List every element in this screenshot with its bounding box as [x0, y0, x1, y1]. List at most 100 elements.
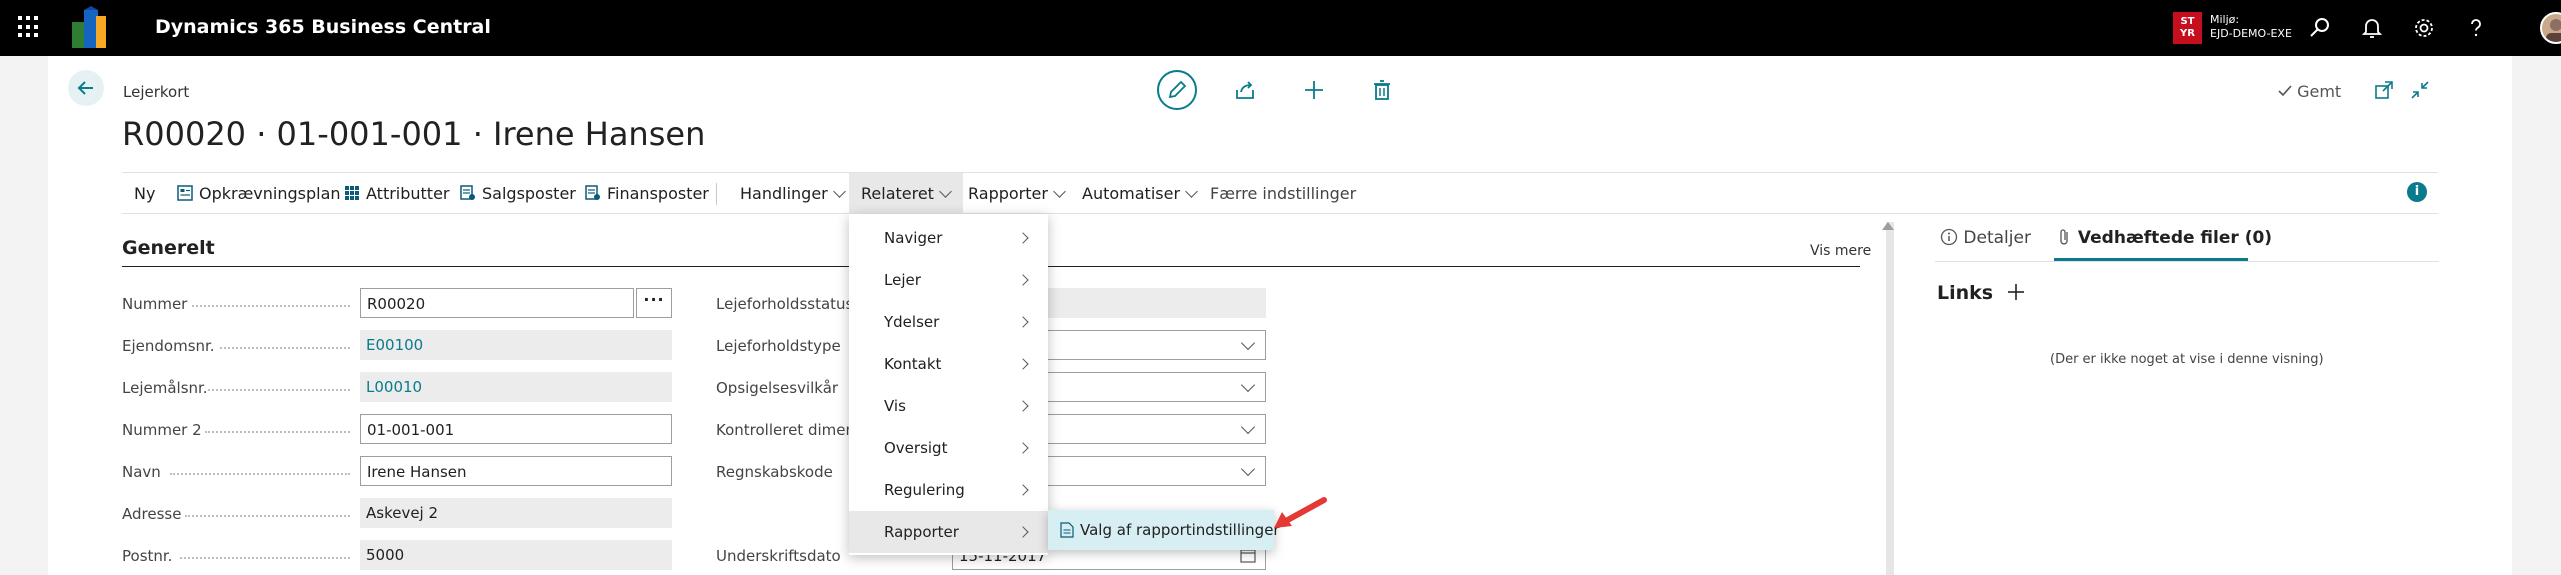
edit-button[interactable] — [1157, 70, 1197, 110]
menu-item-label: Regulering — [884, 481, 965, 499]
links-title-label: Links — [1937, 282, 1994, 304]
action-reports-label: Rapporter — [968, 184, 1048, 203]
tab-details-label: Detaljer — [1963, 228, 2031, 248]
panel-divider — [1935, 261, 2439, 262]
chevron-right-icon — [1017, 232, 1029, 244]
app-launcher-icon[interactable] — [18, 16, 40, 38]
label-dots — [180, 557, 350, 559]
action-reports-menu[interactable]: Rapporter — [968, 173, 1066, 215]
saved-label: Gemt — [2297, 82, 2342, 101]
name-input[interactable]: Irene Hansen — [360, 456, 672, 486]
scroll-up-icon[interactable] — [1882, 222, 1894, 230]
chevron-right-icon — [1017, 400, 1029, 412]
action-gl-entries[interactable]: Finansposter — [585, 173, 709, 215]
tab-attachments[interactable]: Vedhæftede filer (0) — [2058, 228, 2272, 256]
related-dropdown-menu: Naviger Lejer Ydelser Kontakt Vis Oversi… — [849, 214, 1048, 555]
menu-item-adjustment[interactable]: Regulering — [849, 469, 1048, 511]
menu-item-label: Oversigt — [884, 439, 948, 457]
action-fewer-options[interactable]: Færre indstillinger — [1210, 173, 1356, 215]
action-gl-entries-label: Finansposter — [607, 184, 709, 203]
action-related-menu[interactable]: Relateret — [849, 173, 963, 215]
lookup-button[interactable]: ··· — [636, 288, 672, 318]
field-label-address: Adresse — [122, 505, 182, 523]
action-billing-plan[interactable]: Opkrævningsplan — [177, 173, 341, 215]
grid-icon — [345, 186, 359, 200]
section-general-title[interactable]: Generelt — [122, 237, 215, 259]
menu-item-view[interactable]: Vis — [849, 385, 1048, 427]
menu-item-navigate[interactable]: Naviger — [849, 217, 1048, 259]
action-attributes[interactable]: Attributter — [344, 173, 450, 215]
bell-icon[interactable] — [2360, 16, 2384, 40]
chevron-right-icon — [1017, 316, 1029, 328]
field-label-termination-terms: Opsigelsesvilkår — [716, 379, 839, 397]
info-circle-icon — [1940, 228, 1958, 246]
checkmark-icon — [2278, 85, 2292, 97]
chevron-down-icon — [939, 185, 952, 198]
chevron-right-icon — [1017, 274, 1029, 286]
menu-item-contact[interactable]: Kontakt — [849, 343, 1048, 385]
action-sales-entries-label: Salgsposter — [482, 184, 576, 203]
number-2-input[interactable]: 01-001-001 — [360, 414, 672, 444]
ledger-icon — [585, 185, 600, 200]
info-icon[interactable]: i — [2407, 182, 2427, 202]
chevron-right-icon — [1017, 484, 1029, 496]
lease-no-field[interactable]: L00010 — [360, 372, 672, 402]
add-icon[interactable] — [1302, 78, 1326, 102]
action-sales-entries[interactable]: Salgsposter — [460, 173, 576, 215]
app-title[interactable]: Dynamics 365 Business Central — [155, 16, 491, 38]
open-new-window-icon[interactable] — [2372, 78, 2396, 102]
report-icon — [1060, 522, 1074, 538]
search-icon[interactable] — [2308, 16, 2332, 40]
action-actions-menu[interactable]: Handlinger — [740, 173, 846, 215]
field-label-lease-no: Lejemålsnr. — [122, 379, 208, 397]
share-icon[interactable] — [1233, 78, 1257, 102]
field-label-signature-date: Underskriftsdato — [716, 547, 841, 565]
menu-item-overview[interactable]: Oversigt — [849, 427, 1048, 469]
field-label-property-no: Ejendomsnr. — [122, 337, 215, 355]
label-dots — [185, 515, 350, 517]
field-label-name: Navn — [122, 463, 161, 481]
chevron-down-icon — [1053, 185, 1066, 198]
field-label-checked-dimension: Kontrolleret dimens — [716, 421, 863, 439]
submenu-item-report-settings[interactable]: Valg af rapportindstillinger — [1048, 510, 1280, 550]
add-link-icon[interactable] — [2006, 282, 2026, 302]
action-attributes-label: Attributter — [366, 184, 450, 203]
label-dots — [220, 347, 350, 349]
environment-badge: ST YR — [2173, 12, 2202, 44]
chevron-right-icon — [1017, 442, 1029, 454]
breadcrumb: Lejerkort — [123, 83, 190, 101]
property-no-field[interactable]: E00100 — [360, 330, 672, 360]
action-fewer-options-label: Færre indstillinger — [1210, 184, 1357, 203]
label-dots — [208, 389, 350, 391]
environment-name: EJD-DEMO-EXE — [2210, 27, 2292, 40]
help-icon[interactable] — [2464, 16, 2488, 40]
menu-item-reports[interactable]: Rapporter — [849, 511, 1048, 553]
action-automate-menu[interactable]: Automatiser — [1082, 173, 1198, 215]
plan-icon — [177, 185, 193, 201]
menu-item-tenant[interactable]: Lejer — [849, 259, 1048, 301]
tab-attachments-label: Vedhæftede filer (0) — [2077, 228, 2273, 248]
menu-item-services[interactable]: Ydelser — [849, 301, 1048, 343]
menu-item-label: Naviger — [884, 229, 943, 247]
arrow-left-icon — [77, 81, 93, 95]
tab-details[interactable]: Detaljer — [1940, 228, 2031, 256]
field-label-lease-status: Lejeforholdsstatus — [716, 295, 854, 313]
gear-icon[interactable] — [2412, 16, 2436, 40]
menu-item-label: Vis — [884, 397, 906, 415]
menu-item-label: Rapporter — [884, 523, 959, 541]
collapse-icon[interactable] — [2408, 78, 2432, 102]
back-button[interactable] — [68, 70, 104, 106]
action-bar-separator — [716, 183, 717, 205]
chevron-right-icon — [1017, 526, 1029, 538]
field-label-lease-type: Lejeforholdstype — [716, 337, 841, 355]
action-automate-label: Automatiser — [1082, 184, 1181, 203]
action-new-label: Ny — [134, 184, 156, 203]
delete-icon[interactable] — [1370, 78, 1394, 102]
user-avatar[interactable] — [2540, 12, 2561, 44]
show-more-link[interactable]: Vis mere — [1810, 243, 1871, 259]
pane-splitter[interactable] — [1886, 222, 1894, 575]
top-bar: Dynamics 365 Business Central ST YR Miljø… — [0, 0, 2561, 56]
action-new[interactable]: Ny — [134, 173, 155, 215]
links-title: Links — [1937, 282, 2026, 304]
number-input[interactable]: R00020 — [360, 288, 634, 318]
